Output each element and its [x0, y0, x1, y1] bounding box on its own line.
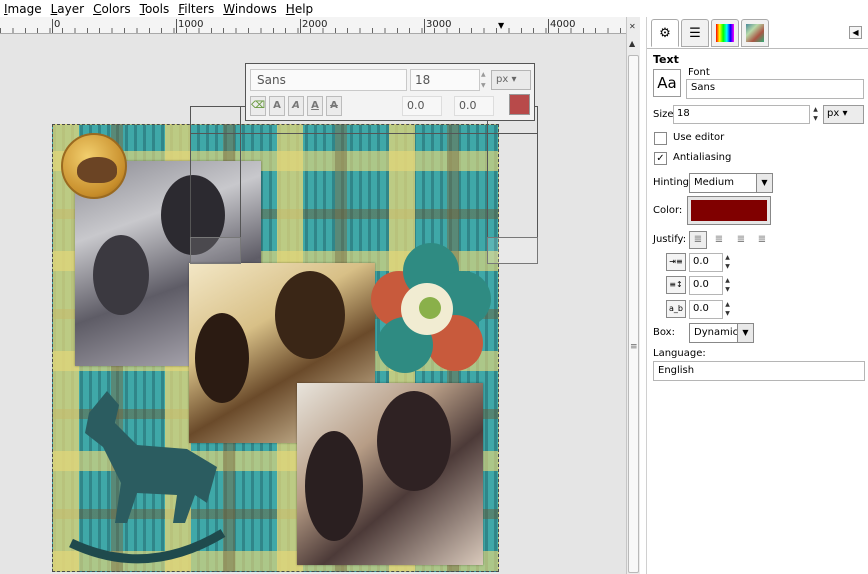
photo-subject — [377, 391, 451, 491]
line-spacing-input[interactable]: 0.0 — [689, 276, 723, 295]
horizontal-ruler[interactable]: 0 1000 2000 3000 4000 ▼ — [0, 17, 626, 34]
size-spinner[interactable]: ▲ ▼ — [811, 105, 820, 124]
bear-icon — [77, 157, 117, 183]
dock-menu-icon[interactable]: ◀ — [849, 26, 862, 39]
menu-help[interactable]: Help — [282, 1, 318, 17]
font-label: Font — [688, 67, 710, 78]
dock-tabs: ⚙ ☰ — [651, 19, 769, 47]
antialiasing-checkbox[interactable]: ✓ — [654, 152, 667, 165]
ruler-minor-ticks — [0, 28, 626, 33]
grip-icon: ≡ — [630, 342, 638, 352]
menu-layer[interactable]: Layer — [47, 1, 89, 17]
justify-center-button[interactable]: ≣ — [732, 231, 750, 249]
color-swatch — [691, 200, 767, 221]
size-field[interactable]: 18 — [673, 105, 810, 124]
box-select[interactable]: Dynamic ▼ — [689, 323, 754, 343]
toolbox-unit-value: px — [496, 74, 509, 85]
photo-subject — [275, 271, 345, 359]
color-label: Color: — [653, 205, 683, 216]
horse-rocker — [69, 529, 226, 564]
font-preview-button[interactable]: Aa — [653, 69, 681, 97]
text-style-editor: Sans 18 ▲ ▼ px ▾ ⌫ A A A A 0.0 0.0 — [245, 63, 535, 121]
language-label: Language: — [653, 348, 706, 359]
justify-label: Justify: — [653, 234, 687, 245]
toolbox-unit-select[interactable]: px ▾ — [491, 70, 531, 90]
use-editor-checkbox[interactable] — [654, 132, 667, 145]
justify-left-button[interactable]: ≣ — [689, 231, 707, 249]
image-canvas[interactable] — [52, 124, 499, 572]
chevron-down-icon: ▼ — [756, 174, 772, 192]
tool-options-icon: ⚙ — [659, 25, 671, 41]
toolbox-size-input[interactable]: 18 — [410, 69, 480, 91]
scrollbar-thumb[interactable] — [628, 55, 639, 573]
box-value: Dynamic — [694, 327, 739, 338]
strikethrough-button[interactable]: A — [326, 96, 342, 116]
antialiasing-label: Antialiasing — [673, 152, 732, 163]
clear-style-icon[interactable]: ⌫ — [250, 96, 266, 116]
letter-spacing-input[interactable]: 0.0 — [689, 300, 723, 319]
justify-right-button[interactable]: ≣ — [710, 231, 728, 249]
menu-filters[interactable]: Filters — [174, 1, 219, 17]
toolbox-font-input[interactable]: Sans — [250, 69, 407, 91]
photo-bottom — [297, 383, 483, 565]
bear-badge-sticker — [61, 133, 127, 199]
justify-fill-button[interactable]: ≣ — [753, 231, 771, 249]
letter-spacing-spinner[interactable]: ▲ ▼ — [723, 300, 732, 319]
flower-sticker — [363, 241, 493, 381]
chevron-down-icon: ▼ — [737, 324, 753, 342]
tab-layers[interactable]: ☰ — [681, 19, 709, 47]
layers-icon: ☰ — [689, 25, 701, 41]
menubar: Image Layer Colors Tools Filters Windows… — [0, 0, 640, 17]
rocking-horse-sticker — [69, 391, 226, 564]
tab-colors[interactable] — [711, 19, 739, 47]
color-button[interactable] — [687, 196, 771, 225]
line-spacing-spinner[interactable]: ▲ ▼ — [723, 276, 732, 295]
toolbox-size-spinner[interactable]: ▲ ▼ — [481, 69, 488, 91]
colors-icon — [716, 24, 734, 42]
photo-subject — [93, 235, 149, 315]
indent-input[interactable]: 0.0 — [689, 253, 723, 272]
vertical-scrollbar[interactable]: ✕ ▲ ≡ — [626, 17, 640, 574]
tab-brushes[interactable] — [741, 19, 769, 47]
dock-divider — [647, 48, 868, 49]
photo-subject — [305, 431, 363, 541]
use-editor-label: Use editor — [673, 132, 725, 143]
menu-tools[interactable]: Tools — [136, 1, 175, 17]
tool-options-dock: ⚙ ☰ ◀ Text Aa Font Sans Size: 18 ▲ ▼ px ▾… — [646, 17, 868, 574]
line-spacing-icon: ≡↕ — [666, 276, 686, 294]
scroll-close-icon[interactable]: ✕ — [629, 22, 636, 31]
hinting-select[interactable]: Medium ▼ — [689, 173, 773, 193]
indent-spinner[interactable]: ▲ ▼ — [723, 253, 732, 272]
bold-button[interactable]: A — [269, 96, 285, 116]
indent-icon: ⇥≡ — [666, 253, 686, 271]
scroll-up-icon[interactable]: ▲ — [629, 39, 635, 48]
menu-image[interactable]: Image — [0, 1, 47, 17]
baseline-input[interactable]: 0.0 — [402, 96, 442, 116]
hinting-value: Medium — [694, 177, 734, 188]
hinting-label: Hinting: — [653, 177, 693, 188]
italic-button[interactable]: A — [288, 96, 304, 116]
size-unit-value: px — [827, 108, 840, 119]
bow-icon — [419, 297, 441, 319]
menu-windows[interactable]: Windows — [219, 1, 282, 17]
underline-button[interactable]: A — [307, 96, 323, 116]
language-field[interactable]: English — [653, 361, 865, 381]
kerning-input[interactable]: 0.0 — [454, 96, 494, 116]
font-field[interactable]: Sans — [686, 79, 864, 99]
letter-spacing-icon: a_b — [666, 300, 686, 318]
text-frame-handle[interactable] — [487, 237, 538, 264]
tab-tool-options[interactable]: ⚙ — [651, 19, 679, 47]
tool-title: Text — [653, 53, 679, 66]
size-unit-select[interactable]: px ▾ — [823, 105, 864, 124]
menu-colors[interactable]: Colors — [89, 1, 136, 17]
toolbox-color-swatch[interactable] — [509, 94, 530, 115]
horse-body — [85, 391, 217, 523]
checkmark-icon: ✓ — [656, 153, 665, 164]
box-label: Box: — [653, 327, 675, 338]
text-frame-handle[interactable] — [190, 237, 241, 264]
brushes-icon — [746, 24, 764, 42]
